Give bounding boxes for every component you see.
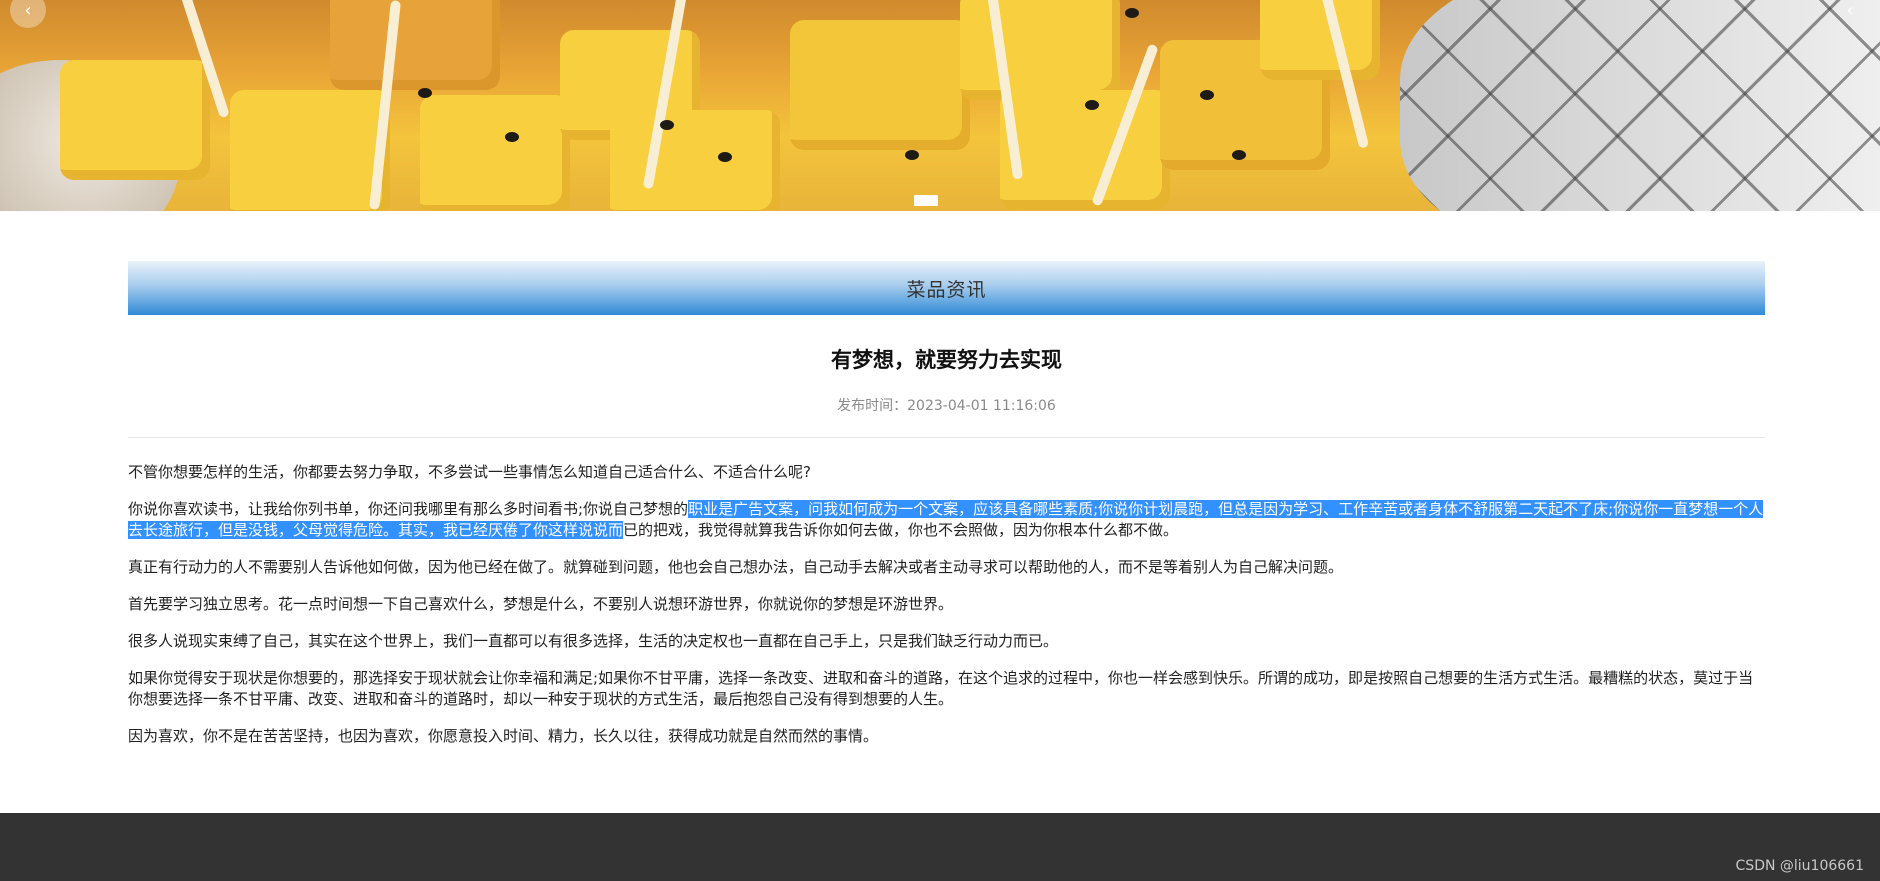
carousel-indicator-dot[interactable] (914, 195, 938, 206)
banner-seed (418, 88, 432, 98)
banner-seed (1232, 150, 1246, 160)
article-content: 不管你想要怎样的生活，你都要去努力争取，不多尝试一些事情怎么知道自己适合什么、不… (128, 462, 1765, 763)
banner-carousel[interactable]: ‹ ‹ (0, 0, 1880, 211)
banner-fruit-chunk (790, 20, 970, 150)
banner-seed (905, 150, 919, 160)
publish-info: 发布时间：2023-04-01 11:16:06 (837, 398, 1056, 414)
section-header: 菜品资讯 (128, 261, 1765, 315)
article-paragraph: 真正有行动力的人不需要别人告诉他如何做，因为他已经在做了。就算碰到问题，他也会自… (128, 558, 1344, 576)
banner-seed (660, 120, 674, 130)
banner-seed (505, 132, 519, 142)
paragraph-text: 你说你喜欢读书，让我给你列书单，你还问我哪里有那么多时间看书;你说自己梦想的 (128, 500, 689, 518)
article-paragraph: 你说你喜欢读书，让我给你列书单，你还问我哪里有那么多时间看书;你说自己梦想的职业… (128, 499, 1765, 541)
banner-fruit-chunk (230, 90, 390, 211)
chevron-left-icon: ‹ (24, 0, 32, 21)
article-paragraph: 很多人说现实束缚了自己，其实在这个世界上，我们一直都可以有很多选择，生活的决定权… (128, 632, 1059, 650)
carousel-next-button[interactable]: ‹ (1832, 0, 1868, 28)
banner-seed (1085, 100, 1099, 110)
divider (128, 437, 1765, 438)
banner-fruit-chunk (60, 60, 210, 180)
banner-seed (718, 152, 732, 162)
banner-seed (1200, 90, 1214, 100)
banner-fruit-chunk (610, 110, 780, 211)
chevron-left-icon: ‹ (1846, 0, 1854, 21)
article-paragraph: 首先要学习独立思考。花一点时间想一下自己喜欢什么，梦想是什么，不要别人说想环游世… (128, 595, 954, 613)
footer: CSDN @liu106661 (0, 813, 1880, 881)
article-paragraph: 因为喜欢，你不是在苦苦坚持，也因为喜欢，你愿意投入时间、精力，长久以往，获得成功… (128, 727, 879, 745)
article-title: 有梦想，就要努力去实现 (831, 348, 1062, 372)
section-title: 菜品资讯 (906, 278, 987, 301)
banner-seed (1125, 8, 1139, 18)
banner-fruit-chunk (330, 0, 500, 90)
paragraph-text: 已的把戏，我觉得就算我告诉你如何去做，你也不会照做，因为你根本什么都不做。 (623, 521, 1179, 539)
banner-plate-pattern (1400, 0, 1880, 211)
banner-fruit-chunk (420, 95, 570, 211)
article-paragraph: 如果你觉得安于现状是你想要的，那选择安于现状就会让你幸福和满足;如果你不甘平庸，… (128, 669, 1754, 708)
article-paragraph: 不管你想要怎样的生活，你都要去努力争取，不多尝试一些事情怎么知道自己适合什么、不… (128, 463, 811, 481)
publish-time: 2023-04-01 11:16:06 (907, 398, 1056, 414)
watermark: CSDN @liu106661 (1735, 858, 1864, 874)
banner-fruit-chunk (1000, 90, 1170, 210)
banner-fruit-chunk (1260, 0, 1380, 80)
carousel-prev-button[interactable]: ‹ (10, 0, 46, 28)
publish-label: 发布时间 (837, 398, 894, 414)
banner-fruit-chunk (960, 0, 1120, 100)
